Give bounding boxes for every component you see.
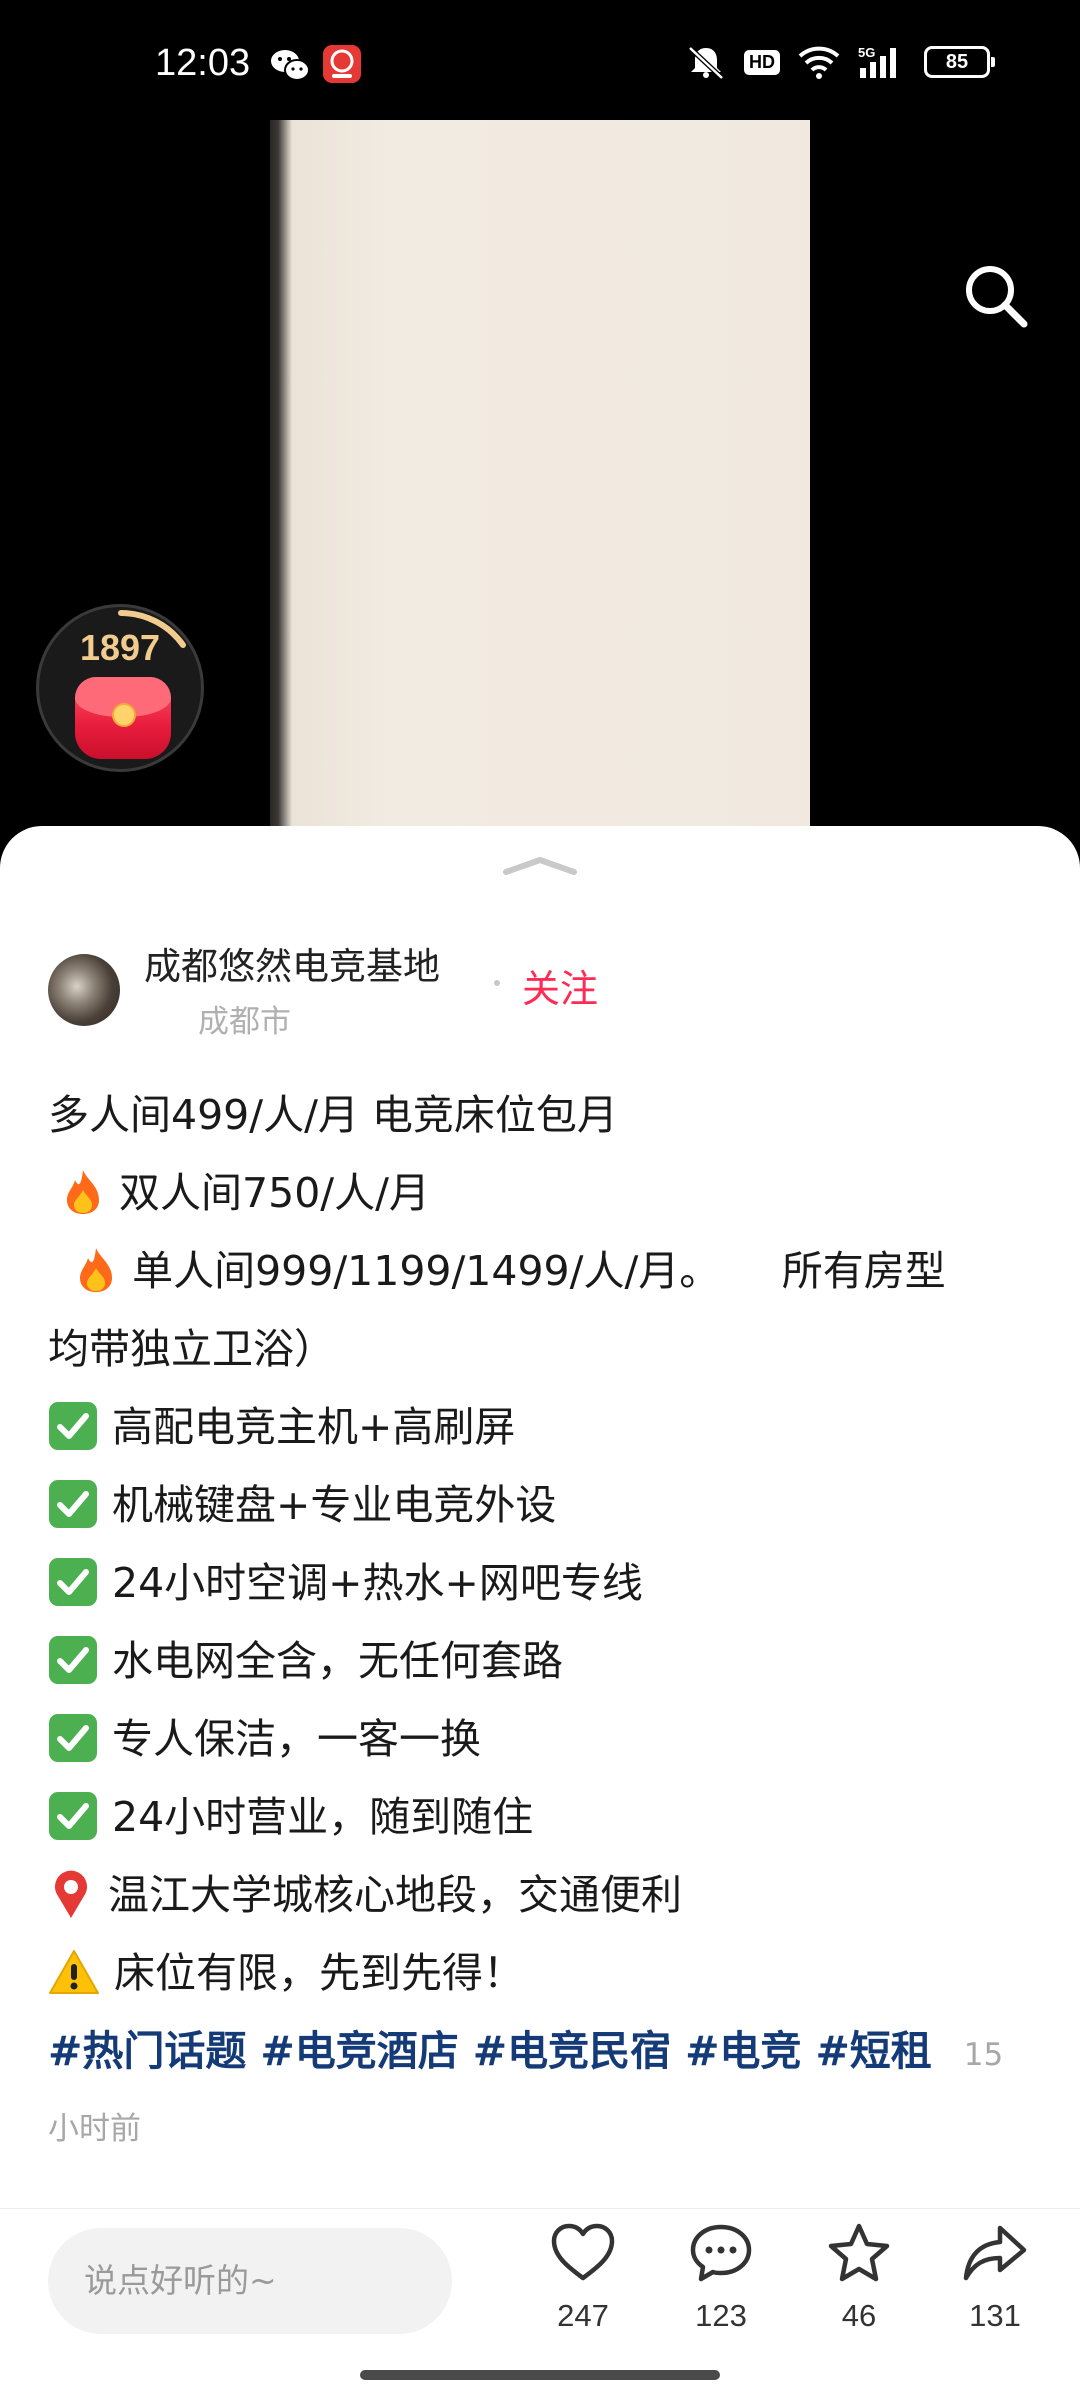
share-count: 131 — [969, 2298, 1021, 2333]
share-arrow-icon — [963, 2225, 1027, 2281]
description-line: 单人间999/1199/1499/人/月。 所有房型 — [48, 1232, 1032, 1310]
hd-badge: HD — [744, 49, 780, 75]
description-line: 床位有限，先到先得！ — [48, 1934, 1032, 2012]
description-line: 温江大学城核心地段，交通便利 — [48, 1856, 1032, 1934]
red-packet-icon — [75, 677, 171, 759]
author-name[interactable]: 成都悠然电竞基地 — [144, 936, 440, 990]
warning-icon — [49, 1950, 99, 1994]
status-time: 12:03 — [155, 42, 251, 84]
status-bar: 12:03 HD 5G 85 — [0, 0, 1080, 120]
search-icon[interactable] — [960, 260, 1032, 332]
author-row: 成都悠然电竞基地 成都市 关注 — [48, 936, 1032, 1056]
red-packet-count: 1897 — [79, 627, 161, 668]
description-line: 24小时营业，随到随住 — [48, 1778, 1032, 1856]
check-mark-icon — [49, 1480, 97, 1528]
wechat-icon — [271, 50, 310, 81]
post-detail-sheet: 成都悠然电竞基地 成都市 关注 多人间499/人/月 电竞床位包月 双人间750… — [0, 826, 1080, 2400]
bottom-divider — [0, 2208, 1080, 2209]
check-mark-icon — [49, 1558, 97, 1606]
wifi-icon — [798, 46, 840, 79]
favorite-button[interactable]: 46 — [804, 2222, 914, 2334]
post-time-suffix: 小时前 — [48, 2111, 141, 2147]
fire-emoji-icon — [67, 1170, 100, 1214]
location-pin-icon — [55, 1870, 87, 1918]
mute-bell-icon — [688, 46, 724, 80]
post-time: 15 — [963, 2037, 1004, 2073]
comment-bubble-icon — [690, 2224, 752, 2282]
hashtag[interactable]: #电竞民宿 — [473, 2027, 671, 2075]
app-notification-icon — [323, 45, 361, 83]
avatar[interactable] — [48, 954, 120, 1026]
description-line: 机械键盘+专业电竞外设 — [48, 1466, 1032, 1544]
fire-emoji-icon — [80, 1248, 113, 1292]
post-description: 多人间499/人/月 电竞床位包月 双人间750/人/月 单人间999/1199… — [48, 1076, 1032, 2164]
cellular-5g-icon: 5G — [858, 45, 896, 78]
hashtag[interactable]: #热门话题 — [48, 2027, 246, 2075]
hashtag[interactable]: #电竞酒店 — [260, 2027, 458, 2075]
like-button[interactable]: 247 — [528, 2222, 638, 2334]
check-mark-icon — [49, 1792, 97, 1840]
check-mark-icon — [49, 1636, 97, 1684]
dot-separator — [494, 980, 500, 986]
description-line: 高配电竞主机+高刷屏 — [48, 1388, 1032, 1466]
status-right-group: HD 5G 85 — [686, 44, 995, 80]
video-player[interactable]: 1897 — [0, 120, 1080, 840]
like-count: 247 — [557, 2298, 609, 2333]
check-mark-icon — [49, 1402, 97, 1450]
description-line: 多人间499/人/月 电竞床位包月 — [48, 1091, 618, 1139]
red-packet-widget[interactable]: 1897 — [36, 604, 204, 772]
description-line: 均带独立卫浴） — [48, 1325, 335, 1373]
battery-indicator: 85 — [924, 46, 995, 78]
author-location: 成都市 — [198, 1004, 291, 1040]
description-line: 24小时空调+热水+网吧专线 — [48, 1544, 1032, 1622]
share-button[interactable]: 131 — [940, 2222, 1050, 2334]
comment-input[interactable]: 说点好听的~ — [48, 2228, 452, 2334]
heart-icon — [551, 2223, 615, 2281]
hashtag-row: #热门话题 #电竞酒店 #电竞民宿 #电竞 #短租 15 — [48, 2012, 1032, 2094]
hashtag[interactable]: #电竞 — [685, 2027, 801, 2075]
favorite-count: 46 — [841, 2298, 877, 2333]
description-line: 双人间750/人/月 — [48, 1154, 1032, 1232]
check-mark-icon — [49, 1714, 97, 1762]
video-frame[interactable] — [270, 120, 810, 840]
star-icon — [828, 2223, 890, 2282]
home-indicator[interactable] — [360, 2370, 720, 2380]
follow-button[interactable]: 关注 — [522, 958, 598, 1013]
hashtag[interactable]: #短租 — [815, 2027, 931, 2075]
description-line: 专人保洁，一客一换 — [48, 1700, 1032, 1778]
svg-text:5G: 5G — [858, 45, 875, 60]
description-line: 水电网全含，无任何套路 — [48, 1622, 1032, 1700]
comment-button[interactable]: 123 — [666, 2222, 776, 2334]
collapse-handle-icon[interactable] — [502, 854, 578, 876]
comment-count: 123 — [695, 2298, 747, 2333]
